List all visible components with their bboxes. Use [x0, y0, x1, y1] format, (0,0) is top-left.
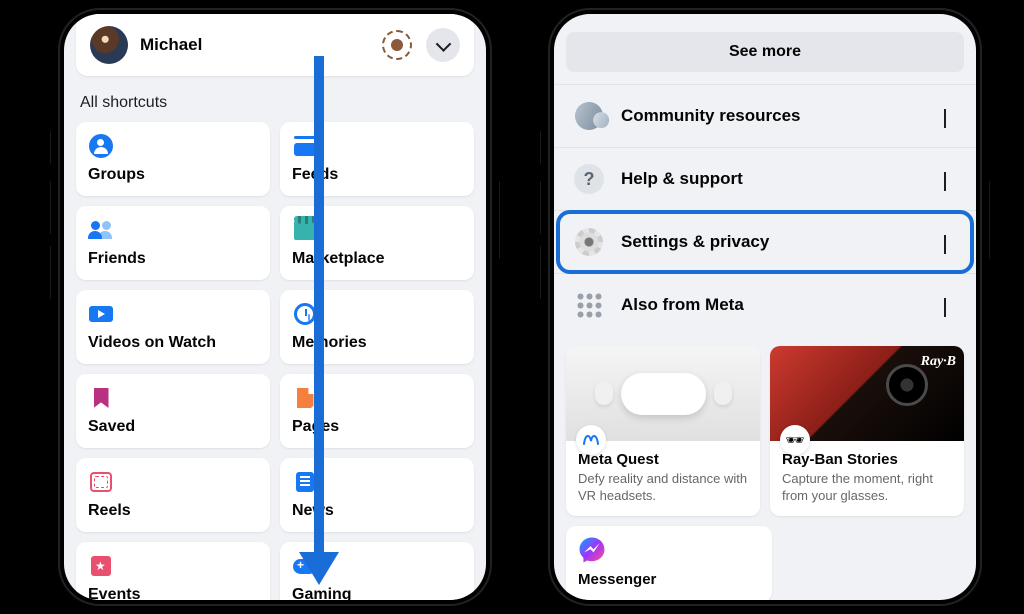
chevron-up-icon: [944, 298, 958, 312]
shortcut-videos-on-watch[interactable]: Videos on Watch: [76, 290, 270, 364]
meta-card-messenger[interactable]: Messenger: [566, 526, 772, 600]
shortcut-label: Groups: [88, 166, 258, 184]
shortcuts-grid: Groups Feeds Friends Marketplace Videos …: [64, 122, 486, 600]
phone-side-button: [540, 130, 541, 165]
phone-frame-left: Michael All shortcuts Groups Feeds Frien…: [50, 0, 500, 614]
shortcut-saved[interactable]: Saved: [76, 374, 270, 448]
meta-logo-badge: [576, 425, 606, 455]
marketplace-icon: [294, 220, 316, 240]
screen-right: See more Community resources ? Help & su…: [554, 14, 976, 600]
shortcut-label: Pages: [292, 418, 462, 436]
phone-frame-right: See more Community resources ? Help & su…: [540, 0, 990, 614]
rayban-logo: Ray·B: [921, 354, 956, 370]
gear-icon: [575, 228, 603, 256]
pages-icon: [297, 388, 314, 408]
shortcut-events[interactable]: Events: [76, 542, 270, 600]
phone-side-button: [540, 245, 541, 300]
menu-also-from-meta[interactable]: Also from Meta: [554, 273, 976, 336]
menu-settings-privacy[interactable]: Settings & privacy: [554, 210, 976, 273]
shortcut-marketplace[interactable]: Marketplace: [280, 206, 474, 280]
shortcut-pages[interactable]: Pages: [280, 374, 474, 448]
meta-quest-image: [566, 346, 760, 441]
chevron-down-icon: [944, 235, 958, 249]
news-icon: [296, 472, 314, 492]
shortcut-news[interactable]: News: [280, 458, 474, 532]
shortcut-label: Feeds: [292, 166, 462, 184]
video-icon: [89, 306, 113, 322]
memories-icon: [294, 303, 316, 325]
menu-label: Also from Meta: [621, 295, 929, 315]
shortcut-gaming[interactable]: Gaming: [280, 542, 474, 600]
reels-icon: [90, 472, 112, 492]
shortcut-label: Gaming: [292, 586, 462, 600]
apps-icon: [576, 292, 602, 318]
sync-icon[interactable]: [382, 30, 412, 60]
meta-card-desc: Defy reality and distance with VR headse…: [578, 471, 748, 505]
messenger-icon: [578, 536, 608, 566]
shortcut-label: Videos on Watch: [88, 334, 258, 352]
phone-side-button: [50, 245, 51, 300]
events-icon: [91, 556, 111, 576]
phone-side-button: [989, 180, 990, 260]
profile-expand-button[interactable]: [426, 28, 460, 62]
community-icon: [571, 98, 607, 134]
menu-help-support[interactable]: ? Help & support: [554, 147, 976, 210]
meta-card-desc: Capture the moment, right from your glas…: [782, 471, 952, 505]
shortcut-label: Saved: [88, 418, 258, 436]
chevron-down-icon: [944, 109, 958, 123]
menu-label: Community resources: [621, 106, 929, 126]
groups-icon: [89, 134, 113, 158]
feeds-icon: [294, 136, 316, 156]
help-icon: ?: [574, 164, 604, 194]
meta-card-title: Messenger: [578, 571, 760, 588]
shortcut-label: News: [292, 502, 462, 520]
saved-icon: [94, 388, 109, 408]
see-more-button[interactable]: See more: [566, 32, 964, 72]
rayban-image: Ray·B 🕶: [770, 346, 964, 441]
profile-name: Michael: [140, 35, 370, 55]
shortcut-label: Marketplace: [292, 250, 462, 268]
sunglasses-badge: 🕶: [780, 425, 810, 455]
menu-community-resources[interactable]: Community resources: [554, 84, 976, 147]
meta-card-title: Meta Quest: [578, 451, 748, 468]
shortcut-label: Friends: [88, 250, 258, 268]
shortcut-label: Memories: [292, 334, 462, 352]
chevron-down-icon: [944, 172, 958, 186]
phone-side-button: [499, 180, 500, 260]
menu-label: Settings & privacy: [621, 232, 929, 252]
avatar: [90, 26, 128, 64]
shortcut-feeds[interactable]: Feeds: [280, 122, 474, 196]
shortcut-reels[interactable]: Reels: [76, 458, 270, 532]
shortcut-memories[interactable]: Memories: [280, 290, 474, 364]
friends-icon: [88, 221, 114, 239]
profile-card[interactable]: Michael: [76, 14, 474, 76]
meta-card-quest[interactable]: Meta Quest Defy reality and distance wit…: [566, 346, 760, 516]
menu-label: Help & support: [621, 169, 929, 189]
shortcut-label: Events: [88, 586, 258, 600]
phone-side-button: [50, 180, 51, 235]
section-label: All shortcuts: [64, 86, 486, 122]
screen-left: Michael All shortcuts Groups Feeds Frien…: [64, 14, 486, 600]
shortcut-groups[interactable]: Groups: [76, 122, 270, 196]
meta-card-rayban[interactable]: Ray·B 🕶 Ray-Ban Stories Capture the mome…: [770, 346, 964, 516]
phone-side-button: [540, 180, 541, 235]
phone-side-button: [50, 130, 51, 165]
meta-cards-grid: Meta Quest Defy reality and distance wit…: [554, 336, 976, 516]
gaming-icon: [293, 559, 317, 574]
shortcut-friends[interactable]: Friends: [76, 206, 270, 280]
meta-card-title: Ray-Ban Stories: [782, 451, 952, 468]
shortcut-label: Reels: [88, 502, 258, 520]
